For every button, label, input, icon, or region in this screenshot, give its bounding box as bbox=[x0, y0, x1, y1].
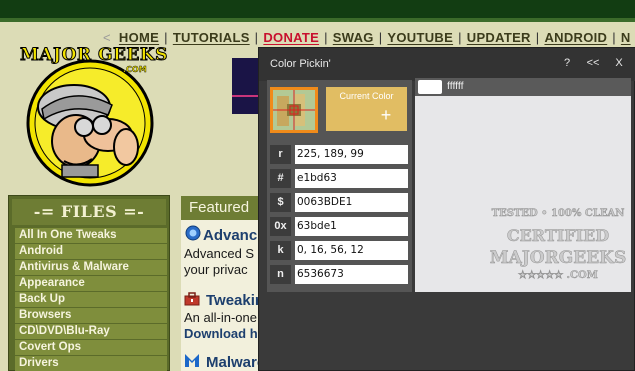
nav-updater[interactable]: UPDATER bbox=[467, 30, 531, 45]
numeric-format-label: n bbox=[270, 265, 291, 284]
nav-separator: | bbox=[612, 30, 616, 45]
logo-text: MAJOR GEEKS bbox=[20, 45, 168, 66]
add-color-icon[interactable]: + bbox=[378, 106, 394, 124]
logo-com-text: .COM bbox=[123, 65, 147, 74]
certified-clean-watermark: TESTED • 100% CLEAN CERTIFIED MAJORGEEKS… bbox=[488, 208, 628, 292]
hex-value-field[interactable]: e1bd63 bbox=[295, 169, 408, 188]
history-item[interactable]: ffffff bbox=[415, 78, 631, 96]
collapse-button[interactable]: << bbox=[583, 57, 603, 69]
nav-separator: | bbox=[324, 30, 328, 45]
watermark-line-4: ★★★★★ .COM bbox=[518, 270, 598, 282]
sidebar-item-back-up[interactable]: Back Up bbox=[15, 292, 167, 308]
sidebar-item-covert-ops[interactable]: Covert Ops bbox=[15, 340, 167, 356]
nav-separator: | bbox=[535, 30, 540, 45]
rgb-format-label: r bbox=[270, 145, 291, 164]
top-strip-highlight bbox=[0, 18, 635, 22]
sidebar-item-appearance[interactable]: Appearance bbox=[15, 276, 167, 292]
nav-swag[interactable]: SWAG bbox=[333, 30, 374, 45]
history-swatch bbox=[418, 80, 442, 94]
watermark-line-2: CERTIFIED bbox=[506, 226, 610, 246]
cmyk-value-field[interactable]: 0, 16, 56, 12 bbox=[295, 241, 408, 260]
files-category-list: All In One Tweaks Android Antivirus & Ma… bbox=[15, 228, 167, 371]
sidebar-item-android[interactable]: Android bbox=[15, 244, 167, 260]
delphi-value-field[interactable]: 0063BDE1 bbox=[295, 193, 408, 212]
article-1-line-2: your privac bbox=[184, 262, 248, 277]
watermark-line-1: TESTED • 100% CLEAN bbox=[491, 208, 625, 220]
top-navigation: < HOME | TUTORIALS | DONATE | SWAG | YOUTUBE | UPD… bbox=[103, 30, 631, 48]
cmyk-format-label: k bbox=[270, 241, 291, 260]
title-bar[interactable]: Color Pickin' ? << X bbox=[259, 48, 635, 81]
sidebar-item-all-in-one-tweaks[interactable]: All In One Tweaks bbox=[15, 228, 167, 244]
files-title: -= FILES =- bbox=[12, 199, 166, 225]
watermark-line-3: MAJORGEEKS bbox=[489, 248, 627, 269]
advanced-systemcare-icon bbox=[185, 225, 201, 241]
nav-tutorials[interactable]: TUTORIALS bbox=[173, 30, 250, 45]
magnifier-preview[interactable] bbox=[270, 87, 318, 133]
close-button[interactable]: X bbox=[611, 57, 627, 69]
window-title: Color Pickin' bbox=[270, 58, 331, 70]
sidebar-item-drivers[interactable]: Drivers bbox=[15, 356, 167, 371]
malwarebytes-icon bbox=[184, 352, 200, 368]
rgb-value-field[interactable]: 225, 189, 99 bbox=[295, 145, 408, 164]
majorgeeks-logo[interactable]: MAJOR GEEKS .COM bbox=[8, 35, 170, 187]
nav-overflow[interactable]: N bbox=[621, 30, 631, 45]
nav-separator: | bbox=[378, 30, 383, 45]
article-1-title[interactable]: Advanc bbox=[203, 227, 257, 244]
history-item-label: ffffff bbox=[447, 80, 464, 92]
nav-youtube[interactable]: YOUTUBE bbox=[387, 30, 453, 45]
delphi-format-label: $ bbox=[270, 193, 291, 212]
help-button[interactable]: ? bbox=[559, 57, 575, 69]
hex0x-format-label: 0x bbox=[270, 217, 291, 236]
sidebar-item-browsers[interactable]: Browsers bbox=[15, 308, 167, 324]
current-color-label: Current Color bbox=[339, 91, 394, 101]
toolbox-icon bbox=[184, 291, 200, 307]
nav-donate[interactable]: DONATE bbox=[263, 30, 319, 45]
article-1-line-1: Advanced S bbox=[184, 246, 255, 261]
picker-controls-panel: Current Color + r 225, 189, 99 # e1bd63 … bbox=[267, 80, 412, 292]
sidebar-item-cd-dvd-bluray[interactable]: CD\DVD\Blu-Ray bbox=[15, 324, 167, 340]
nav-separator: | bbox=[458, 30, 462, 45]
featured-tab: Featured bbox=[181, 196, 261, 220]
numeric-value-field[interactable]: 6536673 bbox=[295, 265, 408, 284]
magnified-pixels bbox=[273, 90, 315, 130]
hex-format-label: # bbox=[270, 169, 291, 188]
hex0x-value-field[interactable]: 63bde1 bbox=[295, 217, 408, 236]
nav-android[interactable]: ANDROID bbox=[544, 30, 607, 45]
current-color-swatch[interactable]: Current Color + bbox=[326, 87, 407, 131]
crosshair-icon bbox=[273, 90, 315, 130]
sidebar-item-antivirus-malware[interactable]: Antivirus & Malware bbox=[15, 260, 167, 276]
nav-separator: | bbox=[254, 30, 259, 45]
